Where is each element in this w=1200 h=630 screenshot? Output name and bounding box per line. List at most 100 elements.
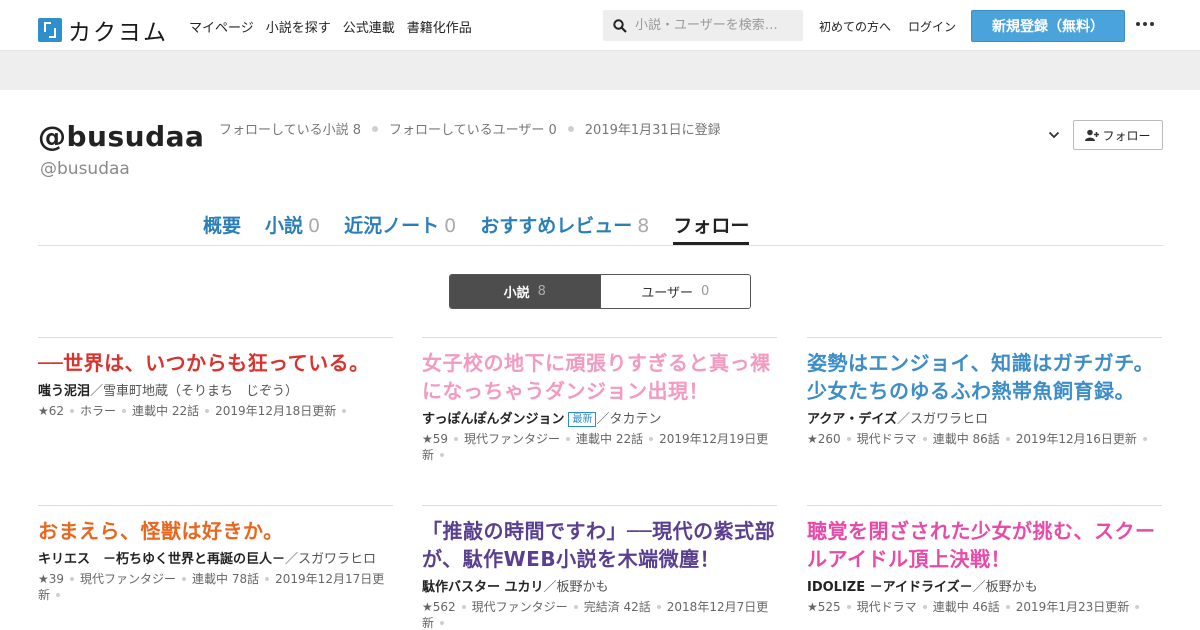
novel-info-item: ★62	[38, 404, 65, 418]
novel-info-item: ホラー	[80, 404, 117, 418]
profile-banner	[0, 51, 1200, 90]
novel-author-line: 嗤う泥泪／雪車町地蔵（そりまち じぞう）	[38, 383, 393, 401]
novel-info-item: ★39	[38, 572, 65, 586]
add-user-icon	[1085, 129, 1100, 141]
tab-count: 0	[444, 215, 457, 237]
separator-dot	[922, 605, 927, 609]
separator-dot	[182, 577, 187, 581]
author-name-link[interactable]: ／雪車町地蔵（そりまち じぞう）	[90, 384, 298, 399]
separator-dot	[846, 437, 851, 441]
novel-card: ──世界は、いつからも狂っている。嗤う泥泪／雪車町地蔵（そりまち じぞう） ★62…	[38, 337, 393, 419]
search-box[interactable]	[603, 10, 803, 41]
author-name-link[interactable]: ／スガワラヒロ	[285, 552, 376, 567]
novel-info-item: 連載中 86話	[932, 432, 1000, 446]
profile-meta: フォローしている小説 8 フォローしているユーザー 0 2019年1月31日に登…	[219, 119, 721, 138]
novel-catchphrase-link[interactable]: アクア・デイズ	[807, 412, 897, 427]
novel-info-item: 連載中 78話	[192, 572, 260, 586]
novel-info: ★525 現代ドラマ 連載中 46話 2019年1月23日更新	[807, 599, 1162, 615]
novel-info: ★62 ホラー 連載中 22話 2019年12月18日更新	[38, 403, 393, 419]
separator-dot	[461, 605, 466, 609]
tab-count: 0	[308, 215, 321, 237]
novel-card: 「推敲の時間ですわ」──現代の紫式部が、駄作WEB小説を木端微塵！ 駄作バスター …	[422, 505, 777, 630]
novel-card: おまえら、怪獣は好きか。キリエス －朽ちゆく世界と再誕の巨人－／スガワラヒロ ★3…	[38, 505, 393, 603]
separator-dot	[922, 437, 927, 441]
tab-following[interactable]: フォロー	[673, 211, 750, 245]
novel-author-line: アクア・デイズ／スガワラヒロ	[807, 411, 1162, 429]
novel-title-link[interactable]: 聴覚を閉ざされた少女が挑む、スクールアイドル頂上決戦！	[807, 517, 1162, 573]
signup-button[interactable]: 新規登録（無料）	[971, 10, 1125, 42]
novel-info: ★562 現代ファンタジー 完結済 42話 2018年12月7日更新	[422, 599, 777, 630]
novel-catchphrase-link[interactable]: 駄作バスター ユカリ	[422, 580, 544, 595]
author-name-link[interactable]: ／スガワラヒロ	[897, 412, 988, 427]
novel-info-item: 現代ドラマ	[856, 432, 917, 446]
separator-dot	[846, 605, 851, 609]
novel-title-link[interactable]: 姿勢はエンジョイ、知識はガチガチ。少女たちのゆるふわ熱帯魚飼育録。	[807, 349, 1162, 405]
tab-novels[interactable]: 小説 0	[265, 211, 320, 245]
novel-title-link[interactable]: ──世界は、いつからも狂っている。	[38, 349, 393, 377]
search-input[interactable]	[635, 18, 795, 33]
separator-dot	[440, 453, 445, 457]
novel-info-item: 現代ファンタジー	[471, 600, 568, 614]
first-time-link[interactable]: 初めての方へ	[819, 18, 891, 35]
novel-info-item: 完結済 42話	[583, 600, 651, 614]
following-novels-count[interactable]: フォローしている小説 8	[219, 119, 361, 138]
novel-title-link[interactable]: 「推敲の時間ですわ」──現代の紫式部が、駄作WEB小説を木端微塵！	[422, 517, 777, 573]
separator-dot	[440, 621, 445, 625]
novel-info-item: 2019年12月18日更新	[215, 404, 337, 418]
site-header: カクヨム マイページ 小説を探す 公式連載 書籍化作品 初めての方へ ログイン …	[0, 0, 1200, 51]
author-name-link[interactable]: ／タカテン	[596, 412, 661, 427]
separator-dot	[122, 409, 127, 413]
tab-divider	[38, 245, 1163, 246]
nav-mypage[interactable]: マイページ	[189, 17, 254, 36]
separator-dot	[372, 125, 379, 132]
toggle-users[interactable]: ユーザー 0	[599, 275, 750, 308]
following-users-count[interactable]: フォローしているユーザー 0	[389, 119, 557, 138]
chevron-down-icon[interactable]	[1048, 131, 1060, 139]
novel-info-item: ★260	[807, 432, 841, 446]
novel-title-link[interactable]: おまえら、怪獣は好きか。	[38, 517, 393, 545]
separator-dot	[567, 125, 574, 132]
separator-dot	[70, 577, 75, 581]
novel-catchphrase-link[interactable]: IDOLIZE －アイドライズ－	[807, 580, 973, 595]
novel-catchphrase-link[interactable]: 嗤う泥泪	[38, 384, 90, 399]
tab-notes[interactable]: 近況ノート 0	[344, 211, 456, 245]
novel-author-line: 駄作バスター ユカリ／板野かも	[422, 579, 777, 597]
novel-info: ★39 現代ファンタジー 連載中 78話 2019年12月17日更新	[38, 571, 393, 603]
novel-catchphrase-link[interactable]: すっぽんぽんダンジョン	[422, 412, 564, 427]
follow-type-toggle: 小説 8 ユーザー 0	[449, 274, 751, 309]
tab-overview[interactable]: 概要	[203, 211, 241, 245]
novel-title-link[interactable]: 女子校の地下に頑張りすぎると真っ裸になっちゃうダンジョン出現！	[422, 349, 777, 405]
follow-button-label: フォロー	[1102, 128, 1151, 143]
nav-official-serials[interactable]: 公式連載	[343, 17, 395, 36]
separator-dot	[573, 605, 578, 609]
author-name-link[interactable]: ／板野かも	[544, 580, 609, 595]
logo-mark-icon	[38, 18, 62, 42]
separator-dot	[56, 593, 61, 597]
novel-catchphrase-link[interactable]: キリエス －朽ちゆく世界と再誕の巨人－	[38, 552, 285, 567]
registered-date: 2019年1月31日に登録	[584, 123, 721, 138]
separator-dot	[342, 409, 347, 413]
tab-count: 8	[637, 215, 650, 237]
follow-button[interactable]: フォロー	[1073, 120, 1163, 150]
novel-info-item: 現代ファンタジー	[80, 572, 177, 586]
profile-handle: @busudaa	[38, 120, 205, 153]
separator-dot	[265, 577, 270, 581]
author-name-link[interactable]: ／板野かも	[973, 580, 1038, 595]
novel-author-line: すっぽんぽんダンジョン 最新 ／タカテン	[422, 411, 777, 429]
separator-dot	[649, 437, 654, 441]
login-link[interactable]: ログイン	[908, 18, 956, 35]
site-logo[interactable]: カクヨム	[38, 13, 168, 47]
nav-published-works[interactable]: 書籍化作品	[407, 17, 472, 36]
nav-find-novels[interactable]: 小説を探す	[266, 17, 331, 36]
more-menu-icon[interactable]	[1136, 22, 1154, 26]
separator-dot	[1005, 605, 1010, 609]
separator-dot	[1135, 605, 1140, 609]
tab-reviews[interactable]: おすすめレビュー 8	[480, 211, 649, 245]
separator-dot	[566, 437, 571, 441]
toggle-novels[interactable]: 小説 8	[450, 275, 600, 308]
novel-info-item: ★525	[807, 600, 841, 614]
novel-author-line: IDOLIZE －アイドライズ－／板野かも	[807, 579, 1162, 597]
separator-dot	[70, 409, 75, 413]
novel-card: 女子校の地下に頑張りすぎると真っ裸になっちゃうダンジョン出現！ すっぽんぽんダンジ…	[422, 337, 777, 463]
novel-info-item: 連載中 22話	[132, 404, 200, 418]
